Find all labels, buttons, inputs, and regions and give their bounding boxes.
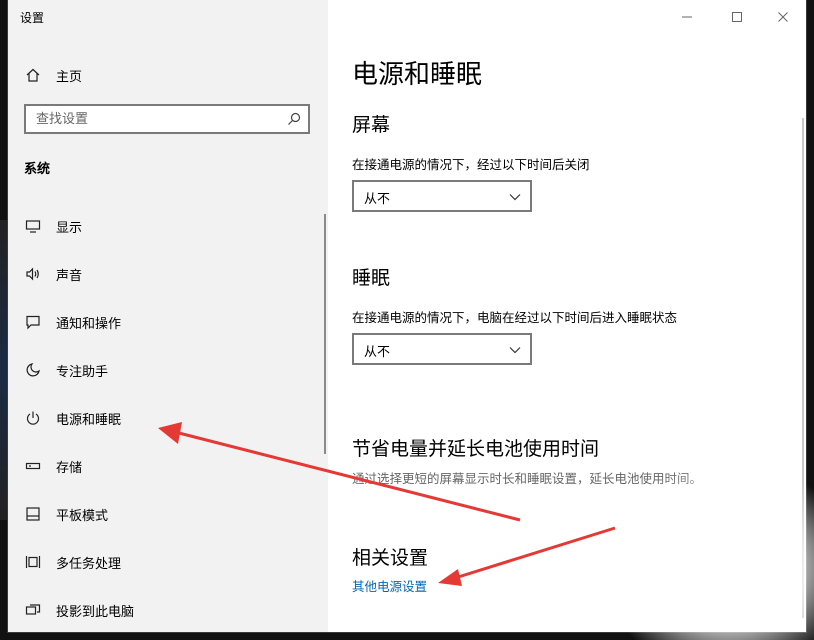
settings-window: 设置 主页 系统 显示 声音 — [8, 0, 806, 632]
maximize-icon — [732, 12, 742, 22]
monitor-icon — [24, 217, 42, 235]
maximize-button[interactable] — [722, 6, 752, 28]
search-input[interactable] — [26, 106, 276, 132]
sidebar-item-label: 平板模式 — [56, 508, 109, 524]
storage-icon — [24, 457, 42, 475]
power-icon — [24, 409, 42, 427]
close-icon — [778, 12, 788, 22]
sleep-timeout-dropdown[interactable]: 从不 — [352, 333, 532, 365]
chevron-down-icon — [509, 194, 521, 201]
notification-icon — [24, 313, 42, 331]
section-label-system: 系统 — [24, 162, 51, 177]
sidebar-item-focus-assist[interactable]: 专注助手 — [8, 350, 326, 390]
sidebar-item-label: 通知和操作 — [56, 316, 122, 332]
chevron-down-icon — [509, 347, 521, 354]
content-scrollbar[interactable] — [802, 118, 804, 618]
search-box[interactable] — [24, 104, 310, 134]
additional-power-settings-link[interactable]: 其他电源设置 — [352, 576, 427, 595]
sidebar-item-display[interactable]: 显示 — [8, 206, 326, 246]
sleep-description: 在接通电源的情况下，电脑在经过以下时间后进入睡眠状态 — [352, 310, 678, 325]
sidebar-item-label: 专注助手 — [56, 364, 109, 380]
nav-home-label: 主页 — [56, 69, 83, 85]
battery-description: 通过选择更短的屏幕显示时长和睡眠设置，延长电池使用时间。 — [352, 471, 703, 486]
desktop-background — [0, 220, 8, 520]
project-icon — [24, 601, 42, 619]
window-title: 设置 — [20, 11, 45, 25]
speaker-icon — [24, 265, 42, 283]
sleep-timeout-value: 从不 — [364, 345, 391, 360]
sidebar-item-sound[interactable]: 声音 — [8, 254, 326, 294]
close-button[interactable] — [768, 6, 798, 28]
sidebar-item-label: 投影到此电脑 — [56, 604, 135, 620]
minimize-button[interactable] — [672, 6, 702, 28]
sidebar-item-label: 显示 — [56, 220, 83, 236]
search-icon[interactable] — [286, 111, 302, 127]
tablet-icon — [24, 505, 42, 523]
screen-timeout-value: 从不 — [364, 192, 391, 207]
sidebar-item-label: 电源和睡眠 — [56, 412, 122, 428]
sidebar: 设置 主页 系统 显示 声音 — [8, 0, 328, 632]
sidebar-item-storage[interactable]: 存储 — [8, 446, 326, 486]
home-icon — [24, 66, 42, 84]
nav-home[interactable]: 主页 — [8, 58, 326, 92]
sidebar-item-label: 存储 — [56, 460, 83, 476]
page-title: 电源和睡眠 — [352, 60, 483, 90]
sidebar-scrollbar[interactable] — [324, 214, 326, 454]
multitask-icon — [24, 553, 42, 571]
sleep-heading: 睡眠 — [352, 267, 391, 289]
sidebar-item-power-sleep[interactable]: 电源和睡眠 — [8, 398, 326, 438]
sidebar-item-tablet-mode[interactable]: 平板模式 — [8, 494, 326, 534]
screen-heading: 屏幕 — [352, 114, 391, 136]
sidebar-item-project-to-pc[interactable]: 投影到此电脑 — [8, 590, 326, 630]
minimize-icon — [682, 16, 692, 18]
sidebar-item-multitasking[interactable]: 多任务处理 — [8, 542, 326, 582]
content-pane: 电源和睡眠 屏幕 在接通电源的情况下，经过以下时间后关闭 从不 睡眠 在接通电源… — [328, 0, 806, 632]
sidebar-item-notifications[interactable]: 通知和操作 — [8, 302, 326, 342]
related-settings-heading: 相关设置 — [352, 547, 429, 569]
sidebar-item-label: 声音 — [56, 268, 83, 284]
screen-description: 在接通电源的情况下，经过以下时间后关闭 — [352, 157, 590, 172]
battery-heading: 节省电量并延长电池使用时间 — [352, 438, 600, 460]
moon-icon — [24, 361, 42, 379]
screen-timeout-dropdown[interactable]: 从不 — [352, 180, 532, 212]
sidebar-item-label: 多任务处理 — [56, 556, 122, 572]
